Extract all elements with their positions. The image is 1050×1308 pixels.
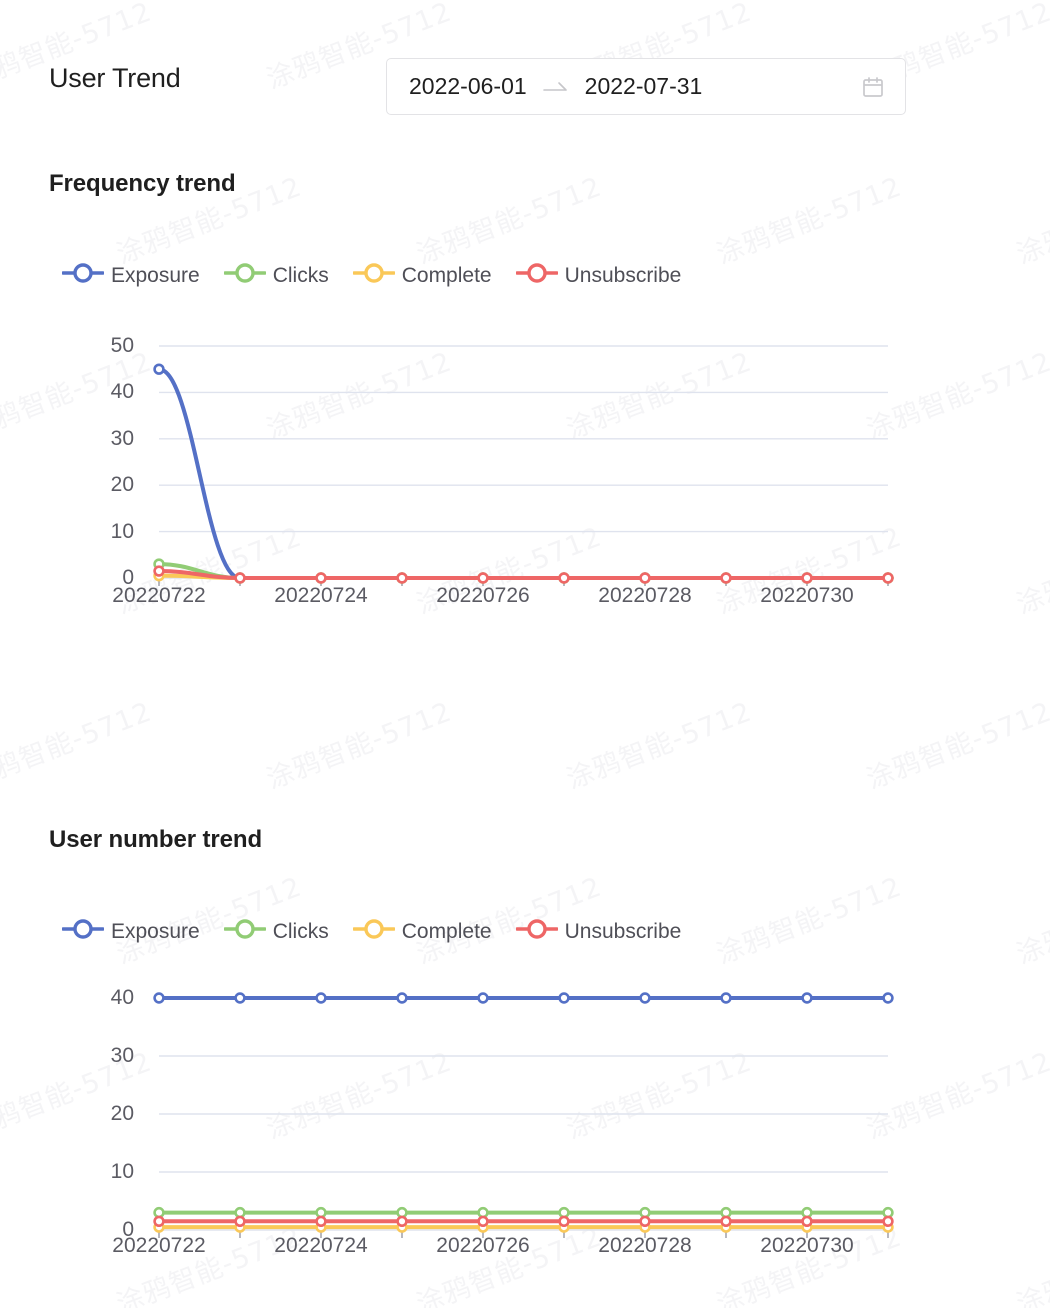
legend-item-exposure[interactable]: Exposure: [61, 918, 200, 945]
y-axis-tick-label: 20: [110, 1102, 134, 1125]
x-axis-tick-label: 20220726: [436, 1234, 530, 1257]
plot-area: [153, 992, 894, 1238]
x-axis-tick-label: 20220722: [112, 1234, 206, 1257]
x-axis-tick-label: 20220722: [112, 584, 206, 607]
watermark-text: 涂鸦智能-5712: [1012, 171, 1050, 271]
watermark-text: 涂鸦智能-5712: [0, 696, 157, 796]
legend-item-complete[interactable]: Complete: [352, 262, 492, 289]
legend-item-complete[interactable]: Complete: [352, 918, 492, 945]
user-number-trend-chart: Exposure Clicks Complete Unsubscribe 0 10 20 30…: [0, 918, 1050, 1298]
watermark-text: 涂鸦智能-5712: [412, 171, 607, 271]
legend-marker-icon: [514, 262, 559, 289]
legend-item-clicks[interactable]: Clicks: [223, 262, 329, 289]
legend-item-unsubscribe[interactable]: Unsubscribe: [514, 262, 682, 289]
legend-label: Unsubscribe: [564, 919, 682, 943]
watermark-text: 涂鸦智能-5712: [262, 696, 457, 796]
legend-marker-icon: [223, 262, 267, 289]
y-axis-tick-label: 30: [110, 1044, 134, 1067]
y-axis-tick-label: 30: [110, 426, 134, 450]
chart-legend: Exposure Clicks Complete Unsubscribe: [61, 918, 682, 945]
watermark-text: 涂鸦智能-5712: [862, 696, 1050, 796]
legend-item-exposure[interactable]: Exposure: [61, 262, 200, 289]
legend-label: Complete: [401, 263, 492, 287]
calendar-icon[interactable]: [861, 75, 885, 99]
legend-label: Unsubscribe: [564, 263, 682, 287]
y-axis-tick-label: 10: [110, 1160, 134, 1183]
plot-area: [153, 345, 894, 586]
y-axis-tick-label: 50: [110, 334, 134, 357]
date-range-end[interactable]: 2022-07-31: [585, 73, 703, 100]
legend-item-unsubscribe[interactable]: Unsubscribe: [514, 918, 682, 945]
x-axis-tick-label: 20220724: [274, 1234, 368, 1257]
x-axis-tick-label: 20220730: [760, 584, 854, 607]
legend-label: Exposure: [111, 263, 200, 287]
y-axis-tick-label: 40: [110, 380, 134, 404]
y-axis-tick-label: 10: [110, 519, 134, 543]
x-axis-tick-label: 20220728: [598, 1234, 692, 1257]
x-axis-tick-label: 20220726: [436, 584, 530, 607]
watermark-text: 涂鸦智能-5712: [562, 696, 757, 796]
legend-marker-icon: [223, 918, 267, 945]
arrow-right-icon: [527, 81, 585, 93]
watermark-text: 涂鸦智能-5712: [712, 171, 907, 271]
legend-marker-icon: [61, 918, 105, 945]
page-header: User Trend 2022-06-01 2022-07-31: [0, 0, 1050, 145]
x-axis-tick-label: 20220724: [274, 584, 368, 607]
legend-label: Complete: [401, 919, 492, 943]
y-axis-tick-label: 20: [110, 473, 134, 497]
frequency-trend-chart: Exposure Clicks Complete Unsubscribe 0 10 20 30…: [0, 262, 1050, 642]
legend-marker-icon: [352, 262, 396, 289]
section-title-frequency-trend: Frequency trend: [49, 170, 236, 197]
legend-label: Clicks: [272, 919, 329, 943]
legend-marker-icon: [352, 918, 396, 945]
x-axis-tick-label: 20220730: [760, 1234, 854, 1257]
watermark-text: 涂鸦智能-5712: [0, 171, 7, 271]
legend-label: Exposure: [111, 919, 200, 943]
page-title: User Trend: [49, 63, 181, 93]
section-title-user-number-trend: User number trend: [49, 826, 263, 853]
legend-item-clicks[interactable]: Clicks: [223, 918, 329, 945]
legend-label: Clicks: [272, 263, 329, 287]
y-axis-tick-label: 40: [110, 986, 134, 1009]
x-axis-tick-label: 20220728: [598, 584, 692, 607]
date-range-start[interactable]: 2022-06-01: [409, 73, 527, 100]
chart-legend: Exposure Clicks Complete Unsubscribe: [61, 262, 682, 289]
date-range-picker[interactable]: 2022-06-01 2022-07-31: [386, 58, 906, 115]
legend-marker-icon: [514, 918, 559, 945]
page-root: 涂鸦智能-5712 涂鸦智能-5712 涂鸦智能-5712 涂鸦智能-5712 涂鸦智能…: [0, 0, 1050, 1308]
legend-marker-icon: [61, 262, 105, 289]
